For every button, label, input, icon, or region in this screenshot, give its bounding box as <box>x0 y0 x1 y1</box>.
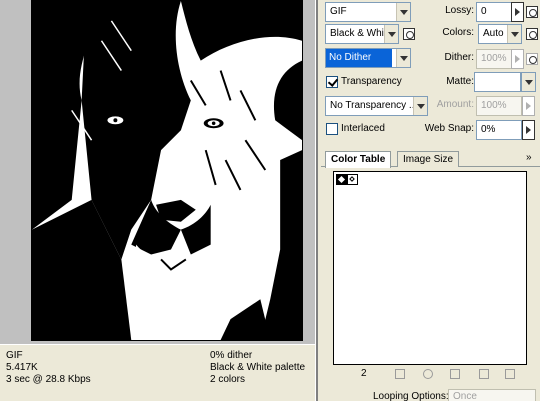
web-safe-diamond-icon <box>337 175 346 184</box>
amount-slider-button[interactable] <box>522 96 535 116</box>
lion-image <box>32 1 302 340</box>
info-format: GIF <box>6 350 23 361</box>
chevron-down-icon <box>384 25 398 43</box>
panel-menu-icon[interactable]: » <box>526 152 532 163</box>
websnap-value: 0% <box>481 124 496 135</box>
map-to-transparent-icon[interactable] <box>395 369 405 379</box>
chevron-down-icon <box>396 3 410 21</box>
transparency-checkbox[interactable] <box>326 76 338 88</box>
color-swatch-white[interactable] <box>347 174 358 185</box>
colors-select[interactable]: Auto <box>478 24 522 44</box>
optimized-preview-image[interactable] <box>31 0 303 341</box>
matte-label: Matte: <box>446 76 474 87</box>
chevron-down-icon <box>396 49 410 67</box>
color-table-toolbar: 2 <box>333 368 527 382</box>
color-swatch-black[interactable] <box>336 174 347 185</box>
looping-options-select[interactable]: Once <box>448 389 536 401</box>
dither-amount-value: 100% <box>481 53 507 64</box>
lossy-input[interactable]: 0 <box>476 2 512 22</box>
dither-mask-icon[interactable] <box>526 53 538 65</box>
optimize-settings-panel: GIF Lossy: 0 Black & White Colors: Auto … <box>318 0 540 401</box>
tab-image-size[interactable]: Image Size <box>397 151 460 167</box>
matte-color-swatch[interactable] <box>474 72 521 92</box>
lossy-label: Lossy: <box>445 5 474 16</box>
trash-icon[interactable] <box>505 369 515 379</box>
transparency-dither-select[interactable]: No Transparency ... <box>325 96 428 116</box>
colors-value: Auto <box>483 28 504 39</box>
websnap-input[interactable]: 0% <box>476 120 522 140</box>
transparency-dither-value: No Transparency ... <box>330 100 418 111</box>
web-safe-diamond-icon <box>349 176 355 182</box>
amount-label: Amount: <box>436 99 474 110</box>
format-select[interactable]: GIF <box>325 2 411 22</box>
color-count: 2 <box>361 368 367 379</box>
info-colors: 2 colors <box>210 374 246 385</box>
websnap-slider-button[interactable] <box>522 120 535 140</box>
color-reduction-select[interactable]: Black & White <box>325 24 399 44</box>
lossy-mask-icon[interactable] <box>526 6 538 18</box>
chevron-down-icon <box>522 73 535 91</box>
colors-mask-icon[interactable] <box>526 28 538 40</box>
info-dither: 0% dither <box>210 350 253 361</box>
new-color-icon[interactable] <box>479 369 489 379</box>
colors-label: Colors: <box>442 27 474 38</box>
info-download-speed: 3 sec @ 28.8 Kbps <box>6 374 91 385</box>
web-shift-icon[interactable] <box>423 369 433 379</box>
info-palette: Black & White palette <box>210 362 306 373</box>
preview-area: GIF 5.417K 3 sec @ 28.8 Kbps 0% dither B… <box>0 0 315 401</box>
dither-algorithm-select[interactable]: No Dither <box>325 48 411 68</box>
interlaced-checkbox[interactable] <box>326 123 338 135</box>
info-file-size: 5.417K <box>6 362 38 373</box>
dither-slider-button[interactable] <box>511 49 524 69</box>
optimization-info-bar: GIF 5.417K 3 sec @ 28.8 Kbps 0% dither B… <box>0 344 315 401</box>
dither-algorithm-value: No Dither <box>326 49 392 67</box>
matte-dropdown[interactable] <box>521 72 536 92</box>
dither-label: Dither: <box>444 52 474 63</box>
lock-color-icon[interactable] <box>450 369 460 379</box>
amount-value: 100% <box>481 100 507 111</box>
tab-color-table[interactable]: Color Table <box>325 151 392 168</box>
lossy-slider-button[interactable] <box>511 2 524 22</box>
color-table-grid[interactable] <box>333 171 527 365</box>
transparency-label: Transparency <box>341 76 402 87</box>
chevron-down-icon <box>413 97 427 115</box>
websnap-label: Web Snap: <box>424 123 474 134</box>
looping-options-label: Looping Options: <box>373 391 449 401</box>
color-reduction-value: Black & White <box>330 28 393 39</box>
reduction-mask-icon[interactable] <box>403 28 415 40</box>
palette-tabs: Color Table Image Size <box>321 151 540 168</box>
chevron-down-icon <box>507 25 521 43</box>
format-value: GIF <box>330 6 347 17</box>
dither-amount-input[interactable]: 100% <box>476 49 512 69</box>
amount-input[interactable]: 100% <box>476 96 522 116</box>
interlaced-label: Interlaced <box>341 123 385 134</box>
lossy-value: 0 <box>481 6 487 17</box>
